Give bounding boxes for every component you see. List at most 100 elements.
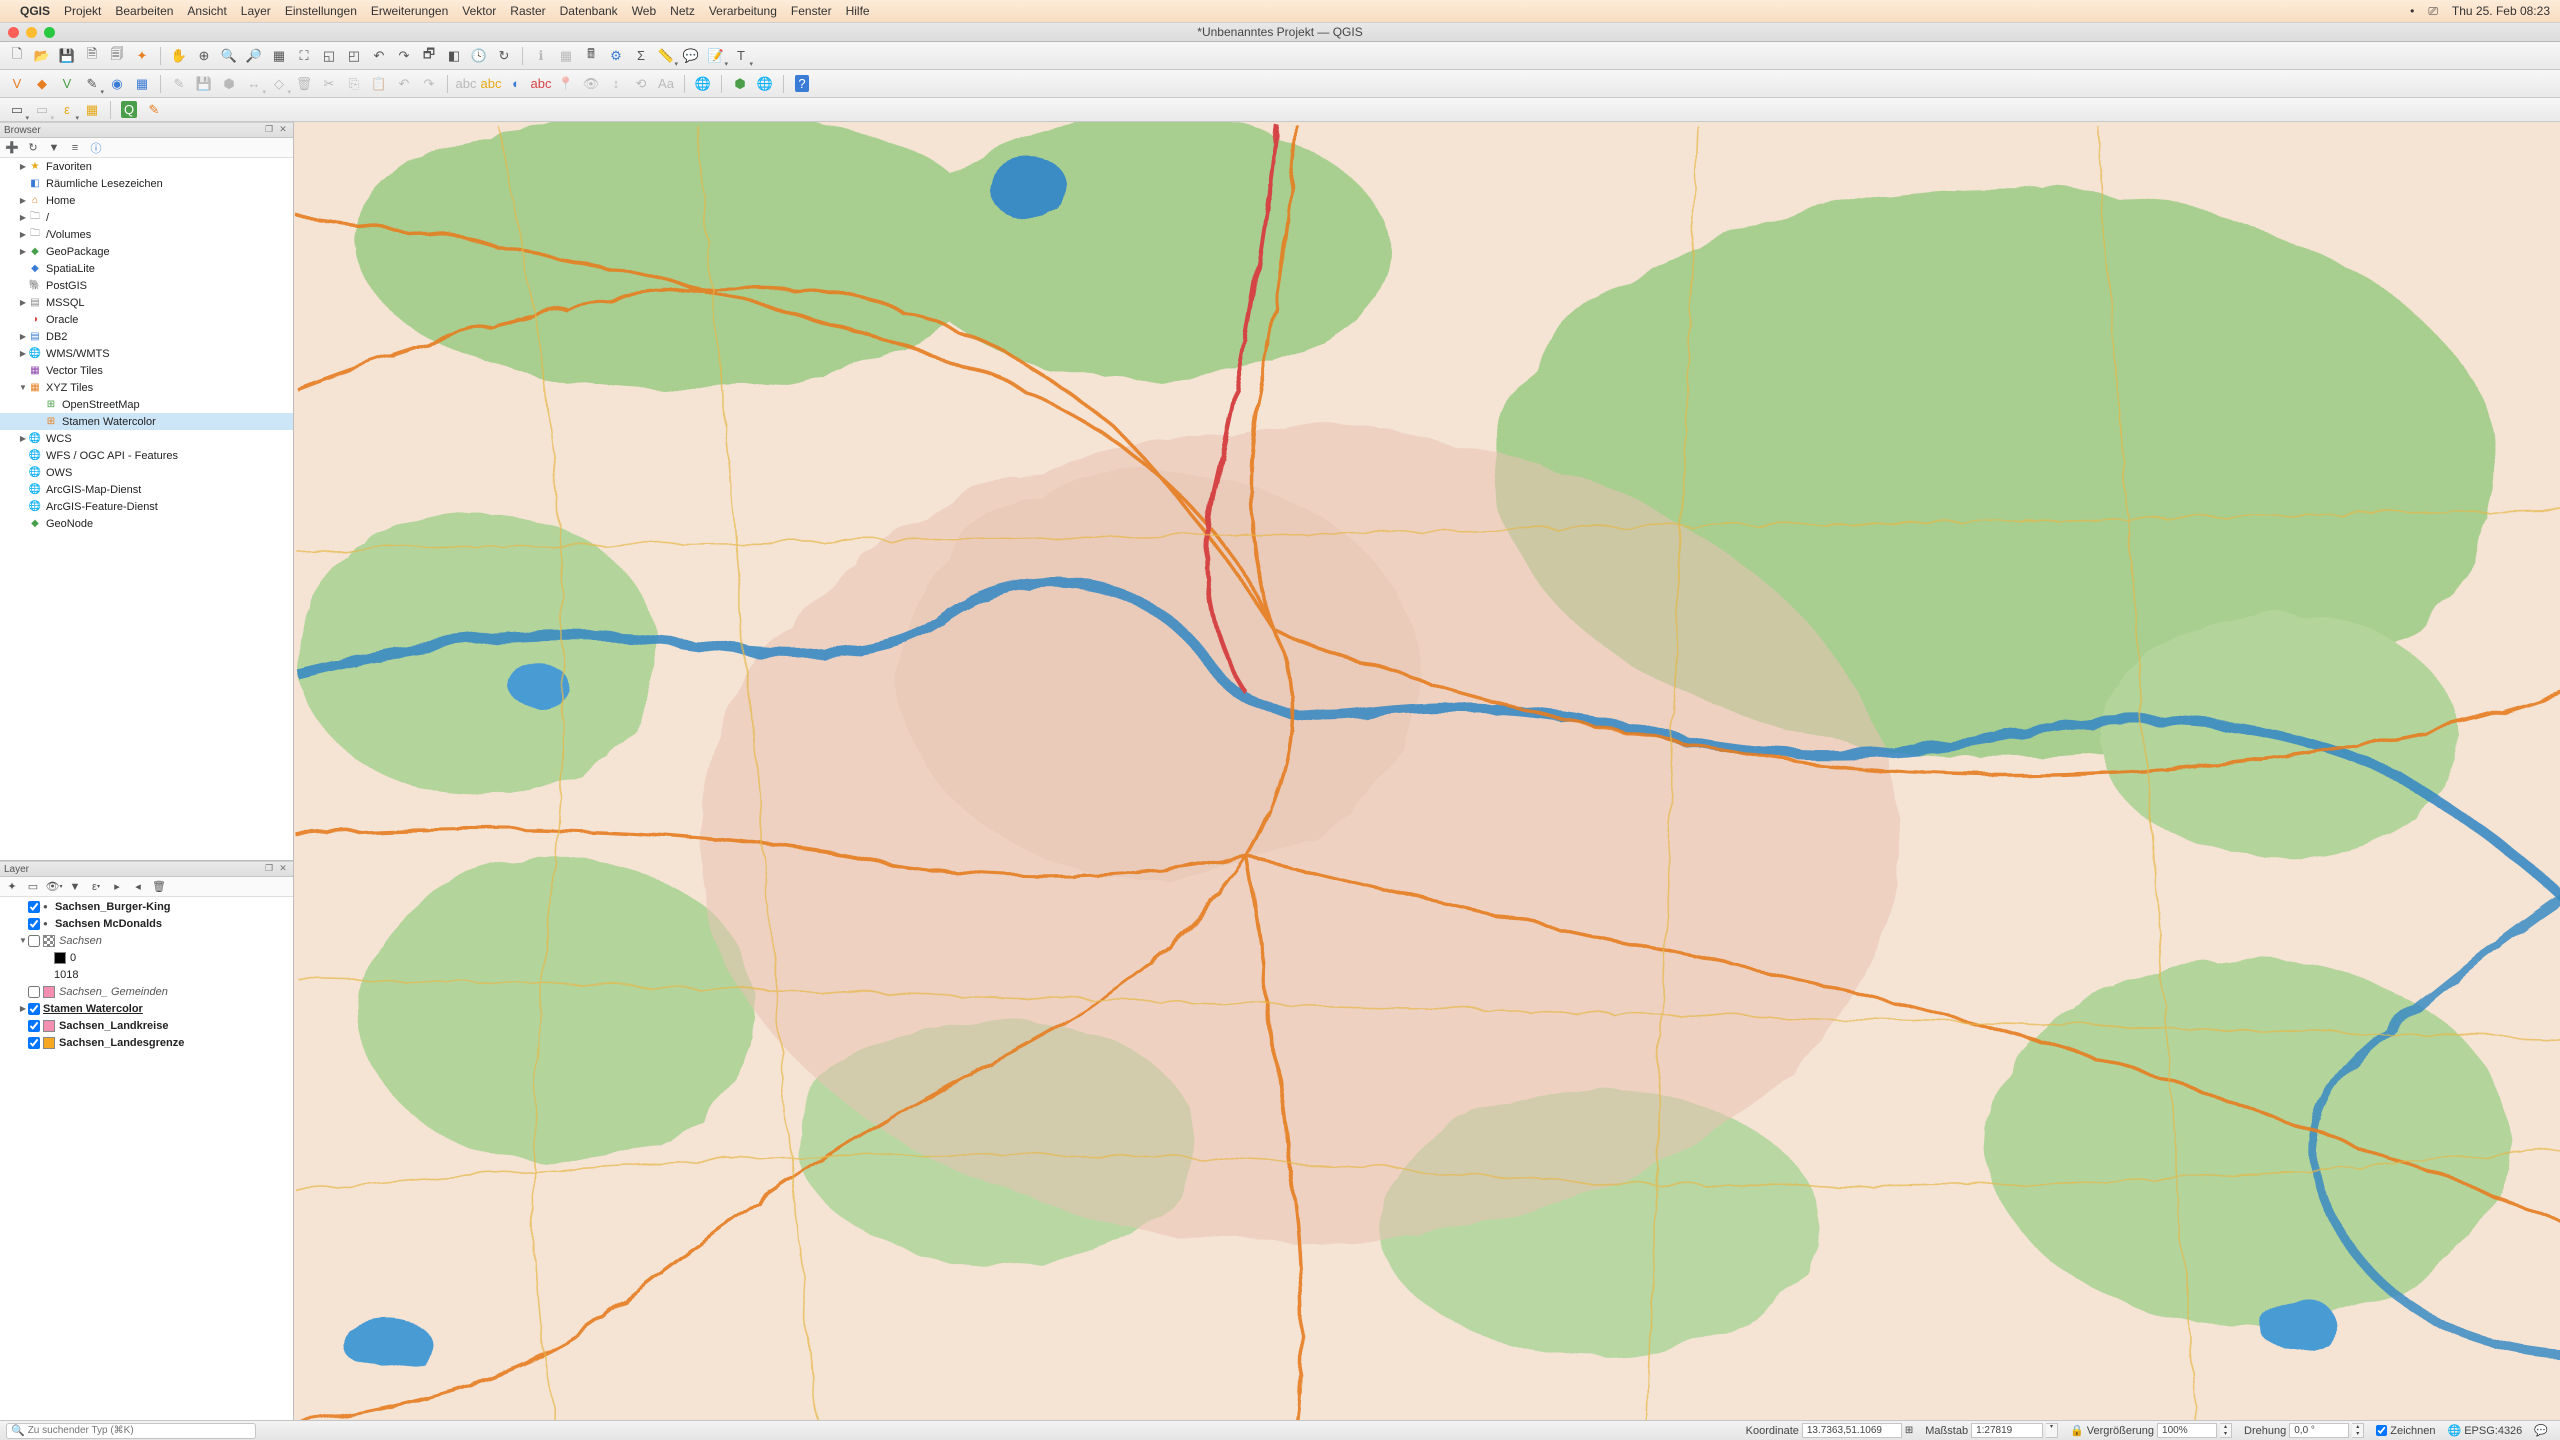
messages-icon[interactable]: 💬 xyxy=(2534,1424,2548,1437)
browser-item[interactable]: 🌐ArcGIS-Map-Dienst xyxy=(0,481,293,498)
browser-item[interactable]: ▶⌂Home xyxy=(0,192,293,209)
change-label-button[interactable]: Aa xyxy=(655,73,677,95)
menu-layer[interactable]: Layer xyxy=(241,4,271,18)
layout-manager-button[interactable]: 🗐 xyxy=(106,45,128,67)
map-canvas[interactable] xyxy=(294,122,2560,1420)
browser-item[interactable]: ▦Vector Tiles xyxy=(0,362,293,379)
undo-button[interactable]: ↶ xyxy=(393,73,415,95)
new-bookmark-button[interactable]: ◧ xyxy=(443,45,465,67)
browser-tree[interactable]: ▶★Favoriten◧Räumliche Lesezeichen▶⌂Home▶… xyxy=(0,158,293,860)
label-tool-button[interactable]: abc xyxy=(455,73,477,95)
layers-style-button[interactable]: ✦ xyxy=(4,879,20,895)
new-memory-button[interactable]: ▦ xyxy=(131,73,153,95)
zoom-selection-button[interactable]: ◱ xyxy=(318,45,340,67)
menu-einstellungen[interactable]: Einstellungen xyxy=(285,4,357,18)
move-feature-button[interactable]: ↔▾ xyxy=(243,73,265,95)
new-print-layout-button[interactable]: 🗎 xyxy=(81,45,103,67)
layers-remove-button[interactable]: 🗑 xyxy=(151,879,167,895)
lock-icon[interactable]: 🔒 xyxy=(2070,1424,2084,1437)
move-label-button[interactable]: ↕ xyxy=(605,73,627,95)
browser-item[interactable]: 🌐OWS xyxy=(0,464,293,481)
identify-button[interactable]: ℹ xyxy=(530,45,552,67)
menu-projekt[interactable]: Projekt xyxy=(64,4,101,18)
save-project-button[interactable]: 💾 xyxy=(56,45,78,67)
layer-row[interactable]: 0 xyxy=(0,949,293,966)
scale-field[interactable]: 1:27819 xyxy=(1971,1423,2043,1438)
browser-item[interactable]: ◧Räumliche Lesezeichen xyxy=(0,175,293,192)
zoom-in-button[interactable]: 🔍 xyxy=(218,45,240,67)
refresh-button[interactable]: ↻ xyxy=(493,45,515,67)
menu-fenster[interactable]: Fenster xyxy=(791,4,832,18)
window-close-button[interactable] xyxy=(8,27,19,38)
menu-erweiterungen[interactable]: Erweiterungen xyxy=(371,4,448,18)
browser-item[interactable]: ⊞Stamen Watercolor xyxy=(0,413,293,430)
quick-query-button[interactable]: Q xyxy=(118,99,140,121)
help-button[interactable]: ? xyxy=(791,73,813,95)
browser-collapse-button[interactable]: ≡ xyxy=(67,140,83,156)
label-tool2-button[interactable]: abc xyxy=(480,73,502,95)
layer-row[interactable]: ▼Sachsen xyxy=(0,932,293,949)
diagram2-button[interactable]: abc xyxy=(530,73,552,95)
browser-item[interactable]: ▶▤MSSQL xyxy=(0,294,293,311)
locator-input[interactable] xyxy=(28,1425,251,1436)
layer-row[interactable]: 1018 xyxy=(0,966,293,983)
layers-filter-button[interactable]: ▼ xyxy=(67,879,83,895)
new-shapefile-button[interactable]: V xyxy=(56,73,78,95)
browser-item[interactable]: ▶🌐WCS xyxy=(0,430,293,447)
layers-close-button[interactable]: ✕ xyxy=(277,863,289,875)
web-button[interactable]: 🌐 xyxy=(754,73,776,95)
select-all-button[interactable]: ▦ xyxy=(81,99,103,121)
crs-icon[interactable]: 🌐 xyxy=(2448,1424,2462,1437)
menu-raster[interactable]: Raster xyxy=(510,4,545,18)
select-button[interactable]: ▭▾ xyxy=(6,99,28,121)
menubar-clock[interactable]: Thu 25. Feb 08:23 xyxy=(2452,4,2550,18)
browser-undock-button[interactable]: ❐ xyxy=(263,124,275,136)
coord-field[interactable]: 13.7363,51.1069 xyxy=(1802,1423,1902,1438)
browser-item[interactable]: ▶▤DB2 xyxy=(0,328,293,345)
browser-add-button[interactable]: ➕ xyxy=(4,140,20,156)
mag-spinner[interactable]: ▴▾ xyxy=(2220,1423,2232,1438)
new-virtual-button[interactable]: ◉ xyxy=(106,73,128,95)
browser-item[interactable]: ▶◆GeoPackage xyxy=(0,243,293,260)
browser-item[interactable]: 🌐ArcGIS-Feature-Dienst xyxy=(0,498,293,515)
zoom-native-button[interactable]: ▦ xyxy=(268,45,290,67)
select-expr-button[interactable]: ε▾ xyxy=(56,99,78,121)
browser-refresh-button[interactable]: ↻ xyxy=(25,140,41,156)
layers-visibility-button[interactable]: 👁▾ xyxy=(46,879,62,895)
quick-edit-button[interactable]: ✎ xyxy=(143,99,165,121)
locator-search[interactable]: 🔍 xyxy=(6,1423,256,1439)
window-maximize-button[interactable] xyxy=(44,27,55,38)
layers-tree[interactable]: ●Sachsen_Burger-King●Sachsen McDonalds▼S… xyxy=(0,897,293,1420)
redo-button[interactable]: ↷ xyxy=(418,73,440,95)
pan-button[interactable]: ✋ xyxy=(168,45,190,67)
map-tips-button[interactable]: 💬 xyxy=(680,45,702,67)
toolbox-button[interactable]: ⚙ xyxy=(605,45,627,67)
deselect-button[interactable]: ▭▾ xyxy=(31,99,53,121)
menu-bearbeiten[interactable]: Bearbeiten xyxy=(115,4,173,18)
layer-row[interactable]: Sachsen_Landesgrenze xyxy=(0,1034,293,1051)
menubar-dot-icon[interactable]: • xyxy=(2410,4,2414,18)
layer-row[interactable]: Sachsen_ Gemeinden xyxy=(0,983,293,1000)
layer-row[interactable]: ●Sachsen_Burger-King xyxy=(0,898,293,915)
paste-features-button[interactable]: 📋 xyxy=(368,73,390,95)
browser-close-button[interactable]: ✕ xyxy=(277,124,289,136)
delete-selected-button[interactable]: 🗑 xyxy=(293,73,315,95)
browser-item[interactable]: ▼▦XYZ Tiles xyxy=(0,379,293,396)
layers-add-group-button[interactable]: ▭ xyxy=(25,879,41,895)
diagram-button[interactable]: ◐ xyxy=(505,73,527,95)
zoom-full-button[interactable]: ⛶ xyxy=(293,45,315,67)
rot-spinner[interactable]: ▴▾ xyxy=(2352,1423,2364,1438)
zoom-out-button[interactable]: 🔎 xyxy=(243,45,265,67)
layers-collapse-button[interactable]: ◂ xyxy=(130,879,146,895)
pan-to-selection-button[interactable]: ⊕ xyxy=(193,45,215,67)
annotation-button[interactable]: 📝▾ xyxy=(705,45,727,67)
open-project-button[interactable]: 📂 xyxy=(31,45,53,67)
browser-properties-button[interactable]: ⓘ xyxy=(88,140,104,156)
window-minimize-button[interactable] xyxy=(26,27,37,38)
menu-web[interactable]: Web xyxy=(632,4,656,18)
new-project-button[interactable]: 🗋 xyxy=(6,45,28,67)
scale-dropdown[interactable]: ▾ xyxy=(2046,1423,2058,1438)
menu-verarbeitung[interactable]: Verarbeitung xyxy=(709,4,777,18)
save-edits-button[interactable]: 💾 xyxy=(193,73,215,95)
zoom-next-button[interactable]: ↷ xyxy=(393,45,415,67)
